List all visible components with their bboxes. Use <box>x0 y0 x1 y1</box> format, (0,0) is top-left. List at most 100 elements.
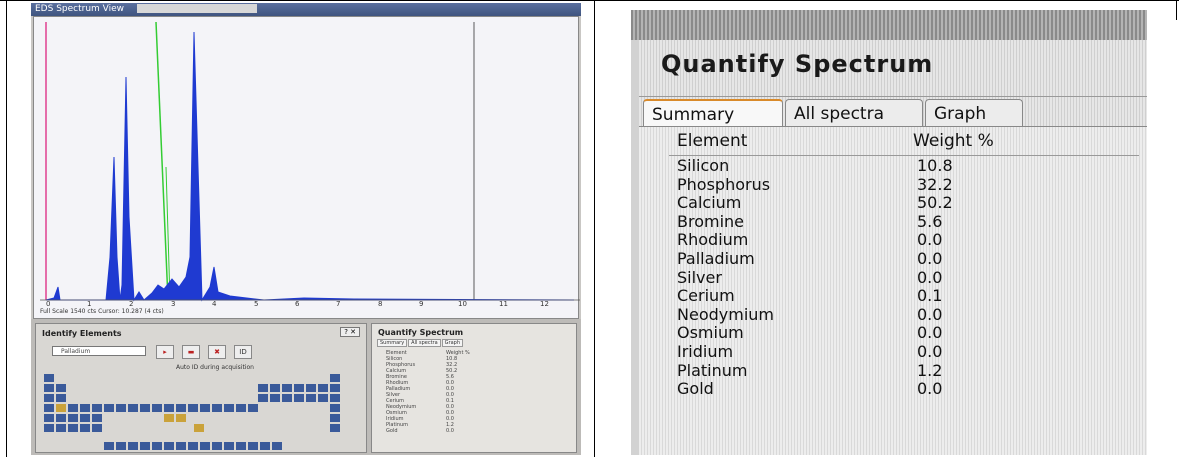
element-cell[interactable] <box>248 442 258 450</box>
element-cell[interactable] <box>152 442 162 450</box>
spectrum-selector[interactable] <box>136 4 257 13</box>
element-cell[interactable] <box>318 384 328 392</box>
element-cell[interactable] <box>56 394 66 402</box>
element-cell[interactable] <box>282 394 292 402</box>
element-cell[interactable] <box>128 442 138 450</box>
element-cell[interactable] <box>282 384 292 392</box>
element-cell[interactable] <box>270 394 280 402</box>
spectrum-graph <box>40 21 580 302</box>
tab-all-spectra-small[interactable]: All spectra <box>408 339 441 347</box>
element-cell[interactable] <box>258 384 268 392</box>
element-cell[interactable] <box>306 394 316 402</box>
element-cell[interactable] <box>188 442 198 450</box>
element-cell[interactable] <box>44 384 54 392</box>
element-cell[interactable] <box>318 394 328 402</box>
element-cell[interactable] <box>128 404 138 412</box>
element-cell[interactable] <box>176 442 186 450</box>
tab-summary[interactable]: Summary <box>643 99 783 127</box>
tab-graph-small[interactable]: Graph <box>441 339 463 347</box>
element-cell[interactable] <box>152 404 162 412</box>
element-cell[interactable] <box>272 442 282 450</box>
element-cell[interactable] <box>44 374 54 382</box>
element-cell[interactable] <box>330 394 340 402</box>
element-cell[interactable] <box>104 442 114 450</box>
element-cell[interactable] <box>104 404 114 412</box>
add-element-button[interactable]: ▸ <box>156 345 174 359</box>
element-cell[interactable] <box>200 442 210 450</box>
tab-summary-small[interactable]: Summary <box>377 339 408 347</box>
element-cell[interactable] <box>212 404 222 412</box>
x-tick: 5 <box>254 300 259 308</box>
element-cell[interactable] <box>236 404 246 412</box>
x-tick: 3 <box>171 300 176 308</box>
x-tick: 2 <box>129 300 134 308</box>
element-cell[interactable] <box>212 442 222 450</box>
tab-all-spectra[interactable]: All spectra <box>785 99 923 127</box>
element-cell[interactable] <box>68 424 78 432</box>
help-button[interactable]: ? ✕ <box>340 327 360 337</box>
delete-element-button[interactable]: ✖ <box>208 345 226 359</box>
element-cell[interactable] <box>44 404 54 412</box>
element-cell[interactable] <box>56 404 66 412</box>
element-cell[interactable] <box>248 404 258 412</box>
element-cell[interactable] <box>330 384 340 392</box>
element-cell[interactable] <box>164 442 174 450</box>
periodic-table[interactable] <box>44 374 364 452</box>
auto-id-checkbox-label[interactable]: Auto ID during acquisition <box>176 364 254 371</box>
element-cell[interactable] <box>116 404 126 412</box>
identify-elements-panel: Identify Elements ? ✕ Palladium ▸ ▬ ✖ ID… <box>35 323 367 453</box>
element-cell[interactable] <box>80 424 90 432</box>
tab-graph[interactable]: Graph <box>925 99 1023 127</box>
table-row: Gold 0.0 <box>386 428 476 434</box>
element-cell[interactable] <box>92 424 102 432</box>
element-cell[interactable] <box>80 404 90 412</box>
remove-element-button[interactable]: ▬ <box>182 345 200 359</box>
x-tick: 11 <box>499 300 508 308</box>
element-cell[interactable] <box>194 424 204 432</box>
element-cell[interactable] <box>68 414 78 422</box>
element-cell[interactable] <box>140 442 150 450</box>
eds-software-photo: EDS Spectrum View 0 1 2 3 4 5 6 7 8 9 10… <box>31 3 581 455</box>
element-cell[interactable] <box>44 394 54 402</box>
element-cell[interactable] <box>164 404 174 412</box>
element-cell[interactable] <box>80 414 90 422</box>
identify-elements-title: Identify Elements <box>42 329 122 338</box>
element-cell[interactable] <box>294 384 304 392</box>
x-tick: 0 <box>46 300 51 308</box>
spectrum-window-title: EDS Spectrum View <box>35 4 125 14</box>
element-cell[interactable] <box>236 442 246 450</box>
element-cell[interactable] <box>330 374 340 382</box>
element-cell[interactable] <box>92 414 102 422</box>
x-tick: 12 <box>540 300 549 308</box>
element-cell[interactable] <box>224 404 234 412</box>
element-cell[interactable] <box>330 404 340 412</box>
quantify-spectrum-window: Quantify Spectrum Summary All spectra Gr… <box>639 40 1147 455</box>
element-cell[interactable] <box>260 442 270 450</box>
auto-id-button[interactable]: ID <box>234 345 252 359</box>
element-dropdown[interactable]: Palladium <box>52 346 146 356</box>
element-cell[interactable] <box>200 404 210 412</box>
element-cell[interactable] <box>330 414 340 422</box>
weight-column: 10.8 32.2 50.2 5.6 0.0 0.0 0.0 0.1 0.0 0… <box>917 156 953 399</box>
element-cell[interactable] <box>330 424 340 432</box>
element-cell[interactable] <box>56 384 66 392</box>
element-cell[interactable] <box>68 404 78 412</box>
element-cell[interactable] <box>188 404 198 412</box>
element-cell[interactable] <box>176 414 186 422</box>
quantify-spectrum-photo: Quantify Spectrum Summary All spectra Gr… <box>631 10 1147 455</box>
element-cell[interactable] <box>56 414 66 422</box>
element-cell[interactable] <box>164 414 174 422</box>
element-cell[interactable] <box>116 442 126 450</box>
element-cell[interactable] <box>224 442 234 450</box>
element-cell[interactable] <box>176 404 186 412</box>
element-cell[interactable] <box>258 394 268 402</box>
element-cell[interactable] <box>92 404 102 412</box>
element-cell[interactable] <box>270 384 280 392</box>
element-cell[interactable] <box>306 384 316 392</box>
element-cell[interactable] <box>140 404 150 412</box>
element-cell[interactable] <box>44 414 54 422</box>
spectrum-window-titlebar: EDS Spectrum View <box>31 3 581 16</box>
element-cell[interactable] <box>56 424 66 432</box>
element-cell[interactable] <box>44 424 54 432</box>
element-cell[interactable] <box>294 394 304 402</box>
